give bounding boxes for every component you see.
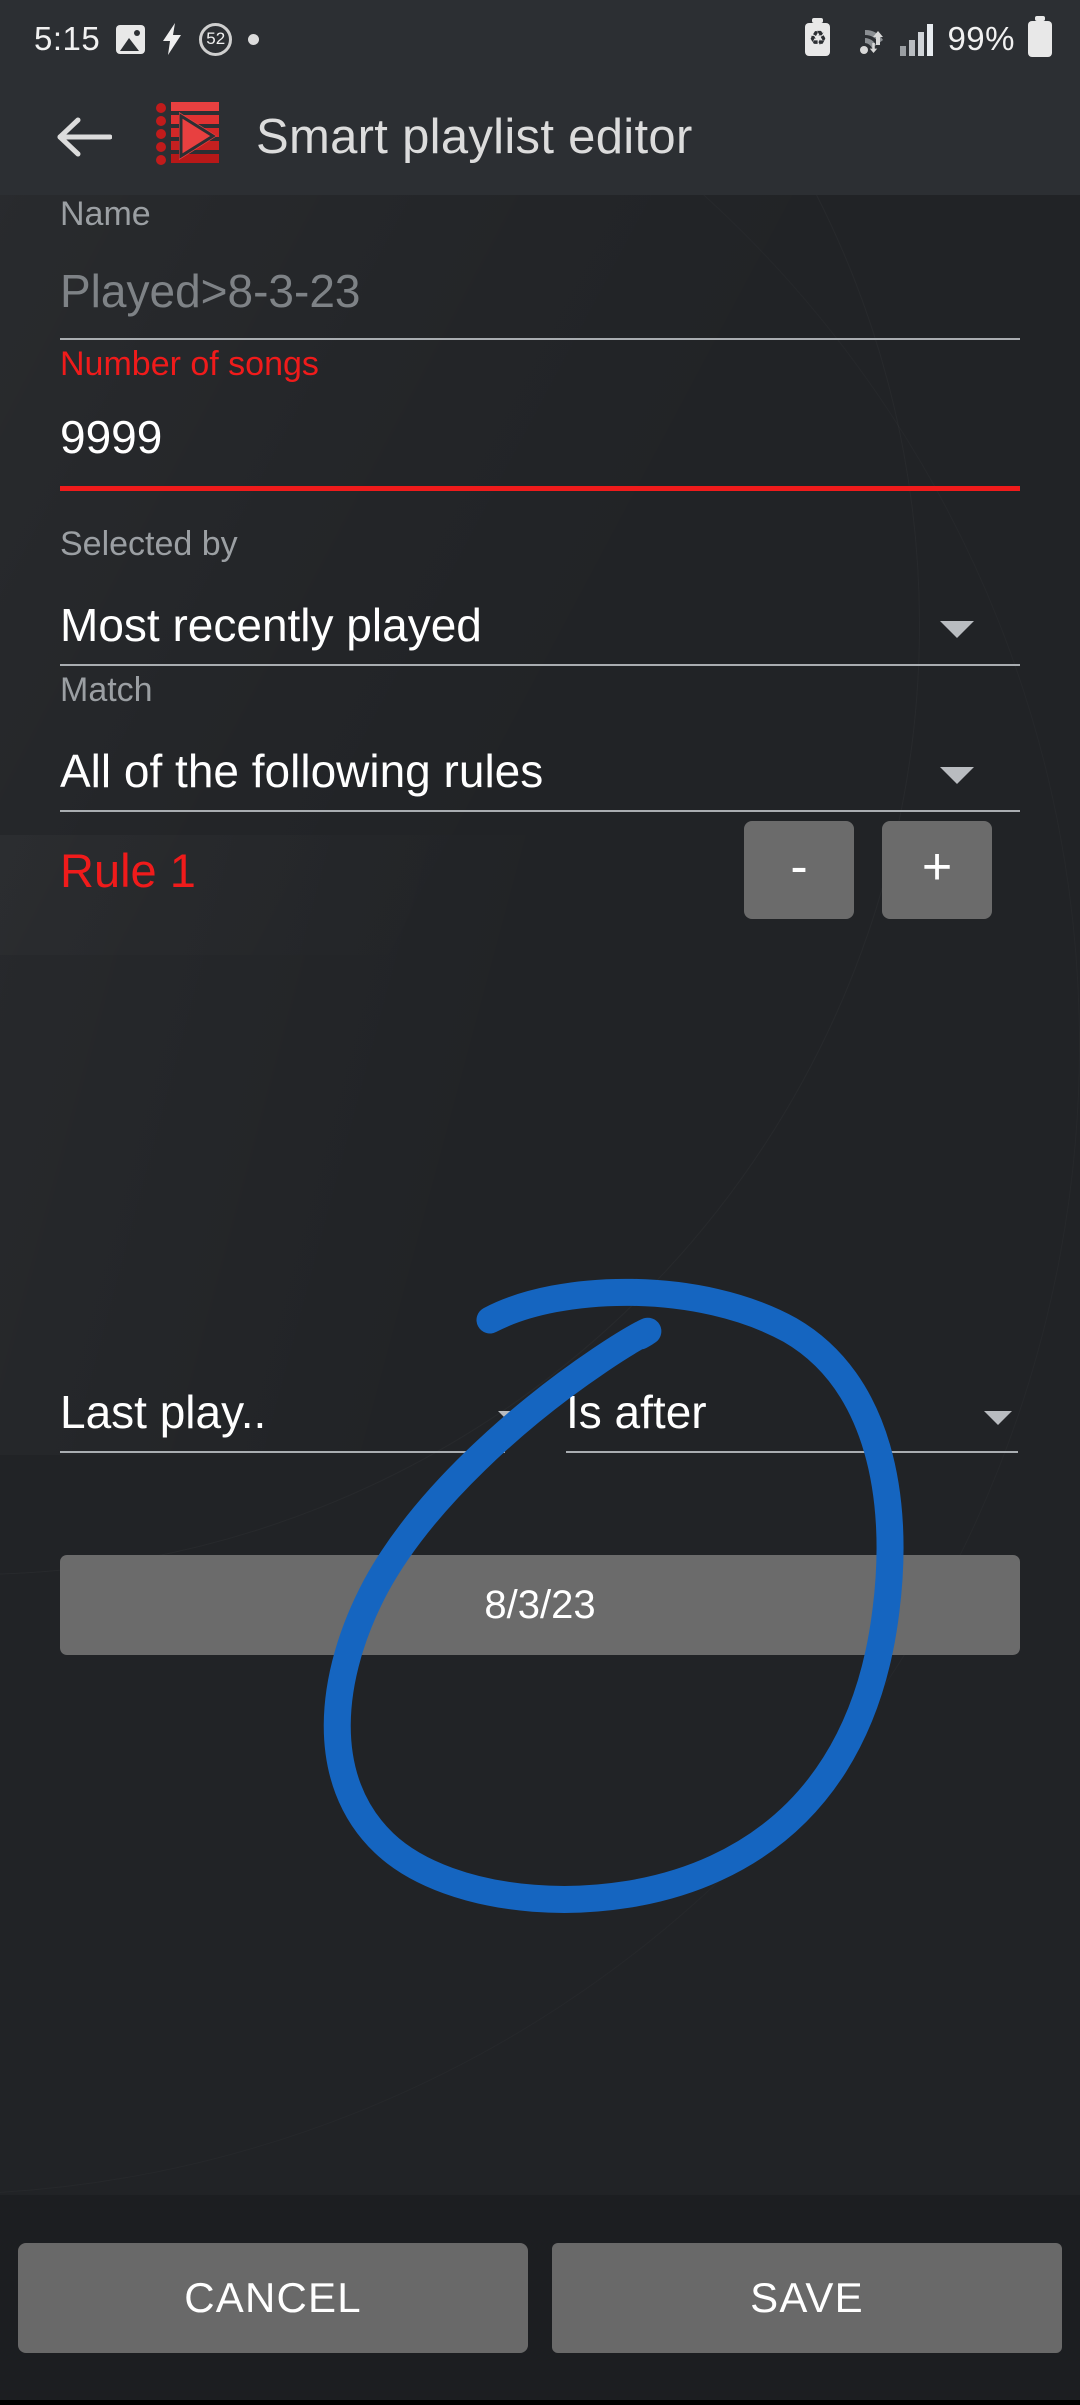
status-bar-left: 5:15 52 — [34, 20, 260, 58]
rule-operator-dropdown[interactable]: Is after — [566, 1385, 1036, 1439]
rule-field-dropdown-group: Last play.. — [60, 1385, 550, 1453]
status-bar-right: 99% — [805, 16, 1052, 58]
selected-by-field-group: Selected by Most recently played — [60, 525, 1020, 666]
number-of-songs-field-group: Number of songs 9999 — [60, 345, 1020, 491]
chevron-down-icon — [940, 621, 974, 638]
selected-by-value: Most recently played — [60, 599, 482, 651]
selected-by-dropdown[interactable]: Most recently played — [60, 598, 1020, 652]
name-underline — [60, 338, 1020, 340]
back-button[interactable] — [46, 99, 122, 175]
battery-icon — [1028, 16, 1052, 57]
background-arc-2 — [0, 195, 1080, 2195]
chevron-down-icon — [940, 767, 974, 784]
rule-operator-value: Is after — [566, 1386, 707, 1438]
rule-selectors-row: Last play.. Is after — [60, 1385, 1020, 1453]
chevron-down-icon — [498, 1411, 526, 1425]
playlist-play-icon — [146, 95, 230, 179]
signal-icon — [900, 22, 934, 56]
rule-header: Rule 1 - + — [60, 821, 1020, 919]
save-button[interactable]: SAVE — [552, 2243, 1062, 2353]
remove-rule-label: - — [790, 838, 808, 896]
photo-icon — [116, 24, 146, 54]
status-clock: 5:15 — [34, 20, 101, 57]
remove-rule-button[interactable]: - — [744, 821, 854, 919]
app-bar: Smart playlist editor — [0, 78, 1080, 195]
cancel-button-label: CANCEL — [184, 2274, 362, 2321]
dot-icon — [248, 33, 260, 45]
status-bar: 5:15 52 99% — [0, 0, 1080, 78]
name-input[interactable]: Played>8-3-23 — [60, 264, 1020, 318]
add-rule-label: + — [921, 838, 953, 896]
bottom-action-bar: CANCEL SAVE — [0, 2195, 1080, 2400]
number-of-songs-underline — [60, 486, 1020, 491]
cancel-button[interactable]: CANCEL — [18, 2243, 528, 2353]
background-sheen-2 — [0, 835, 1080, 1455]
save-button-label: SAVE — [750, 2274, 864, 2321]
name-field-group: Name Played>8-3-23 — [60, 195, 1020, 340]
number-of-songs-input[interactable]: 9999 — [60, 410, 1020, 464]
match-value: All of the following rules — [60, 745, 544, 797]
rule-field-dropdown[interactable]: Last play.. — [60, 1385, 550, 1439]
count-badge-value: 52 — [206, 29, 226, 48]
selected-by-underline — [60, 664, 1020, 666]
name-label: Name — [60, 195, 151, 233]
rule-date-value: 8/3/23 — [484, 1582, 596, 1627]
charging-bolt-icon — [161, 23, 183, 55]
match-label: Match — [60, 671, 153, 709]
match-field-group: Match All of the following rules — [60, 671, 1020, 812]
recycle-battery-icon — [805, 17, 831, 56]
rule-title: Rule 1 — [60, 843, 196, 897]
wifi-icon — [843, 21, 887, 57]
page-title: Smart playlist editor — [256, 109, 693, 164]
rule-date-button[interactable]: 8/3/23 — [60, 1555, 1020, 1655]
editor-form: Name Played>8-3-23 Number of songs 9999 … — [0, 195, 1080, 2195]
battery-percent-label: 99% — [947, 20, 1015, 57]
chevron-down-icon — [984, 1411, 1012, 1425]
rule-operator-dropdown-group: Is after — [566, 1385, 1036, 1453]
count-badge-icon: 52 — [199, 22, 233, 56]
selected-by-label: Selected by — [60, 525, 238, 563]
match-dropdown[interactable]: All of the following rules — [60, 744, 1020, 798]
add-rule-button[interactable]: + — [882, 821, 992, 919]
rule-operator-underline — [566, 1451, 1018, 1453]
rule-field-underline — [60, 1451, 505, 1453]
number-of-songs-label: Number of songs — [60, 345, 319, 383]
match-underline — [60, 810, 1020, 812]
rule-field-value: Last play.. — [60, 1386, 267, 1438]
